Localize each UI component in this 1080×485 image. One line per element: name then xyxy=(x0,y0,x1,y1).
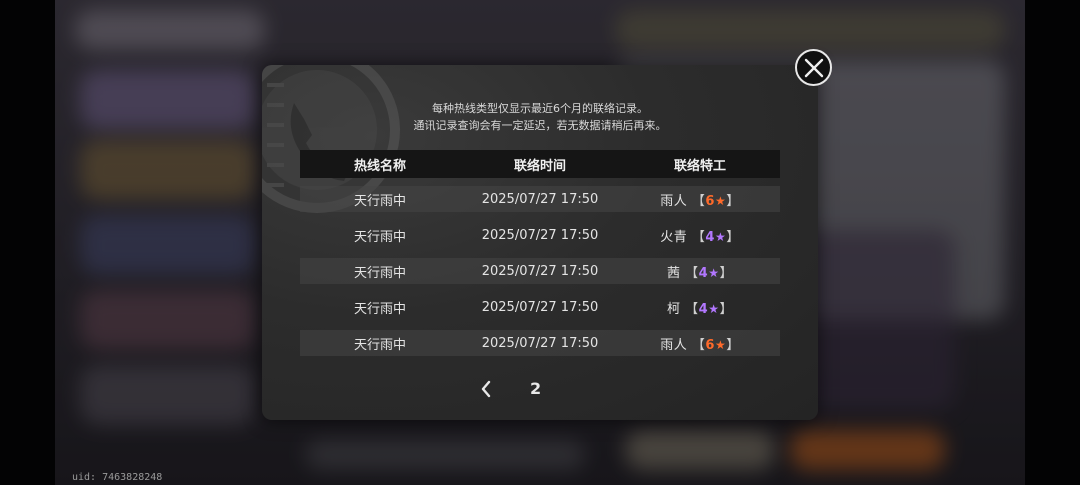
contact-time: 2025/07/27 17:50 xyxy=(481,191,599,207)
hotline-name: 天行雨中 xyxy=(353,229,406,245)
notice-line-2: 通讯记录查询会有一定延迟，若无数据请稍后再来。 xyxy=(413,119,667,132)
star-icon: ★ xyxy=(714,229,727,244)
agent-rank: 4 xyxy=(705,229,715,245)
table-row: 天行雨中 2025/07/27 17:50 火青 【4★】 xyxy=(300,222,780,248)
table-row: 天行雨中 2025/07/27 17:50 茜 【4★】 xyxy=(300,258,780,284)
hotline-name: 天行雨中 xyxy=(353,337,406,353)
agent-cell: 柯 【4★】 xyxy=(620,298,780,317)
agent-name: 雨人 xyxy=(660,193,688,209)
bracket-open: 【 xyxy=(691,229,706,245)
contact-time: 2025/07/27 17:50 xyxy=(481,227,599,243)
pagination: 2 xyxy=(262,377,818,401)
agent-rank: 6 xyxy=(705,337,715,353)
table-row: 天行雨中 2025/07/27 17:50 雨人 【6★】 xyxy=(300,186,780,212)
uid-label: uid: 7463828248 xyxy=(72,472,163,483)
contact-time: 2025/07/27 17:50 xyxy=(481,299,599,315)
hotline-name: 天行雨中 xyxy=(353,265,406,281)
agent-rank: 6 xyxy=(705,193,715,209)
prev-page-button[interactable] xyxy=(476,377,496,401)
bracket-close: 】 xyxy=(726,193,740,209)
star-icon: ★ xyxy=(714,337,727,352)
header-hotline-name: 热线名称 xyxy=(353,158,406,174)
bracket-open: 【 xyxy=(691,337,706,353)
agent-rank: 4 xyxy=(698,301,709,317)
chevron-left-icon xyxy=(481,380,491,398)
header-contact-agent: 联络特工 xyxy=(673,158,726,174)
bracket-open: 【 xyxy=(685,301,699,317)
notice-text: 每种热线类型仅显示最近6个月的联络记录。 通讯记录查询会有一定延迟，若无数据请稍… xyxy=(262,100,818,134)
bracket-close: 】 xyxy=(719,265,733,281)
star-icon: ★ xyxy=(714,193,727,208)
current-page-number: 2 xyxy=(530,379,542,398)
notice-line-1: 每种热线类型仅显示最近6个月的联络记录。 xyxy=(432,102,648,115)
bracket-open: 【 xyxy=(691,193,706,209)
star-icon: ★ xyxy=(708,301,720,316)
contact-time: 2025/07/27 17:50 xyxy=(481,335,599,351)
bracket-close: 】 xyxy=(726,337,740,353)
table-row: 天行雨中 2025/07/27 17:50 柯 【4★】 xyxy=(300,294,780,320)
agent-name: 雨人 xyxy=(660,337,688,353)
table-row: 天行雨中 2025/07/27 17:50 雨人 【6★】 xyxy=(300,330,780,356)
agent-cell: 火青 【4★】 xyxy=(620,226,780,245)
bracket-close: 】 xyxy=(726,229,740,245)
agent-rank: 4 xyxy=(698,265,709,281)
header-contact-time: 联络时间 xyxy=(513,158,566,174)
bracket-close: 】 xyxy=(719,301,733,317)
agent-cell: 茜 【4★】 xyxy=(620,262,780,281)
contact-time: 2025/07/27 17:50 xyxy=(481,263,599,279)
agent-name: 柯 xyxy=(667,301,681,317)
agent-name: 茜 xyxy=(667,265,681,281)
close-button[interactable] xyxy=(795,49,832,86)
table-header: 热线名称 联络时间 联络特工 xyxy=(300,150,780,178)
hotline-name: 天行雨中 xyxy=(353,301,406,317)
record-list: 天行雨中 2025/07/27 17:50 雨人 【6★】 天行雨中 2025/… xyxy=(300,186,780,366)
hotline-record-dialog: 每种热线类型仅显示最近6个月的联络记录。 通讯记录查询会有一定延迟，若无数据请稍… xyxy=(262,65,818,420)
close-icon xyxy=(804,58,823,77)
agent-cell: 雨人 【6★】 xyxy=(620,334,780,353)
bracket-open: 【 xyxy=(685,265,699,281)
agent-name: 火青 xyxy=(660,229,688,245)
star-icon: ★ xyxy=(708,265,720,280)
agent-cell: 雨人 【6★】 xyxy=(620,190,780,209)
hotline-name: 天行雨中 xyxy=(353,193,406,209)
